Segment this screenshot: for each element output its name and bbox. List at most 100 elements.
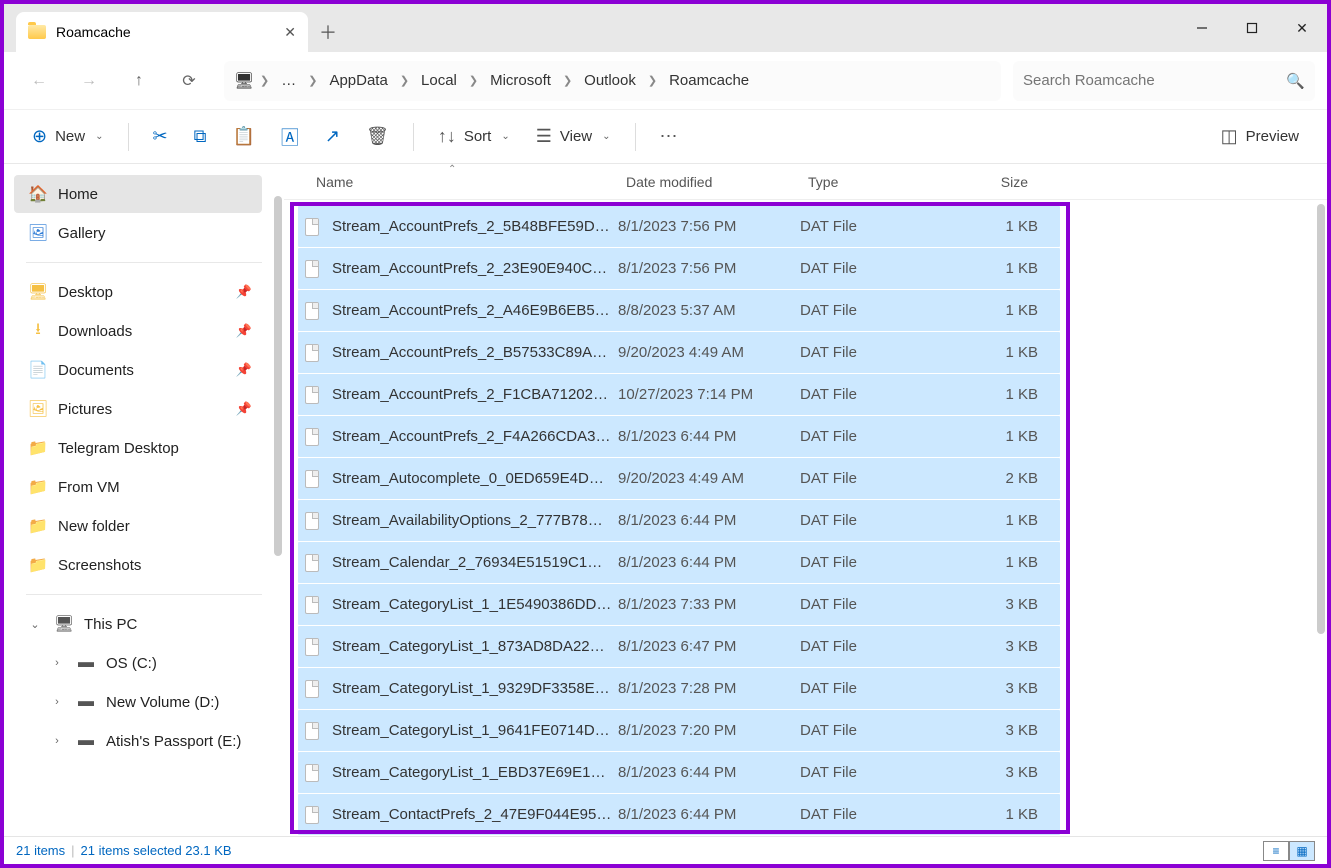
plus-circle-icon: ⊕ — [32, 126, 47, 147]
chevron-down-icon[interactable]: ⌄ — [28, 618, 42, 631]
search-input[interactable] — [1023, 72, 1286, 89]
rename-button[interactable]: 🄰 — [271, 119, 309, 155]
file-name: Stream_CategoryList_1_1E5490386DD152... — [332, 596, 618, 613]
table-row[interactable]: Stream_ContactPrefs_2_47E9F044E95CA0... … — [298, 794, 1060, 835]
table-row[interactable]: Stream_CategoryList_1_9641FE0714D609... … — [298, 710, 1060, 751]
details-view-toggle[interactable]: ≡ — [1263, 841, 1289, 861]
sidebar-item-documents[interactable]: 📄 Documents 📌 — [14, 351, 262, 389]
file-name: Stream_CategoryList_1_9329DF3358E801... — [332, 680, 618, 697]
sidebar-scrollbar[interactable] — [274, 196, 282, 556]
breadcrumb-seg[interactable]: Local — [415, 72, 463, 89]
sidebar-item-drive[interactable]: › ▬ Atish's Passport (E:) — [14, 722, 262, 760]
chevron-right-icon[interactable]: ❯ — [304, 74, 321, 87]
breadcrumb-seg[interactable]: Roamcache — [663, 72, 755, 89]
file-date: 10/27/2023 7:14 PM — [618, 386, 800, 403]
sidebar-item-new-folder[interactable]: 📁 New folder — [14, 507, 262, 545]
chevron-right-icon[interactable]: › — [50, 657, 64, 669]
sidebar-item-telegram-desktop[interactable]: 📁 Telegram Desktop — [14, 429, 262, 467]
sidebar-item-thispc[interactable]: ⌄ 🖥 This PC — [14, 605, 262, 643]
breadcrumb-seg[interactable]: AppData — [323, 72, 393, 89]
file-size: 1 KB — [946, 260, 1038, 277]
column-header-date[interactable]: Date modified — [618, 174, 800, 190]
chevron-right-icon[interactable]: ❯ — [256, 74, 273, 87]
table-row[interactable]: Stream_AccountPrefs_2_5B48BFE59D2DD... 8… — [298, 206, 1060, 247]
sidebar-item-home[interactable]: 🏠 Home — [14, 175, 262, 213]
sidebar-item-screenshots[interactable]: 📁 Screenshots — [14, 546, 262, 584]
minimize-button[interactable] — [1177, 4, 1227, 52]
table-row[interactable]: Stream_AccountPrefs_2_F4A266CDA355E... 8… — [298, 416, 1060, 457]
sidebar-item-from-vm[interactable]: 📁 From VM — [14, 468, 262, 506]
file-date: 8/1/2023 7:56 PM — [618, 218, 800, 235]
sidebar-item-gallery[interactable]: 🖼 Gallery — [14, 214, 262, 252]
address-bar[interactable]: 🖥 ❯ … ❯ AppData ❯ Local ❯ Microsoft ❯ Ou… — [224, 61, 1001, 101]
new-button[interactable]: ⊕ New ⌄ — [22, 119, 114, 155]
search-icon: 🔍 — [1286, 72, 1305, 90]
preview-button[interactable]: ◫ Preview — [1211, 119, 1309, 155]
chevron-right-icon[interactable]: › — [50, 735, 64, 747]
file-date: 9/20/2023 4:49 AM — [618, 470, 800, 487]
table-row[interactable]: Stream_AccountPrefs_2_B57533C89A728... 9… — [298, 332, 1060, 373]
sidebar-item-label: New folder — [58, 518, 130, 535]
file-date: 8/1/2023 7:33 PM — [618, 596, 800, 613]
chevron-right-icon[interactable]: ❯ — [396, 74, 413, 87]
table-row[interactable]: Stream_Calendar_2_76934E51519C1A4EA... 8… — [298, 542, 1060, 583]
chevron-right-icon[interactable]: ❯ — [465, 74, 482, 87]
more-button[interactable]: ⋯ — [650, 119, 688, 155]
table-row[interactable]: Stream_CategoryList_1_873AD8DA2220E... 8… — [298, 626, 1060, 667]
new-tab-button[interactable]: ＋ — [308, 12, 348, 52]
chevron-down-icon: ⌄ — [95, 131, 103, 142]
view-button[interactable]: ☰ View ⌄ — [526, 119, 621, 155]
breadcrumb-overflow[interactable]: … — [275, 72, 302, 89]
breadcrumb-seg[interactable]: Microsoft — [484, 72, 557, 89]
table-row[interactable]: Stream_CategoryList_1_EBD37E69E185B6... … — [298, 752, 1060, 793]
status-selected: 21 items selected 23.1 KB — [81, 843, 232, 858]
file-size: 1 KB — [946, 554, 1038, 571]
table-row[interactable]: Stream_AccountPrefs_2_A46E9B6EB5DB2... 8… — [298, 290, 1060, 331]
search-box[interactable]: 🔍 — [1013, 61, 1315, 101]
refresh-button[interactable]: ⟳ — [166, 61, 212, 101]
chevron-down-icon: ⌄ — [602, 131, 610, 142]
maximize-button[interactable] — [1227, 4, 1277, 52]
column-header-type[interactable]: Type — [800, 174, 946, 190]
forward-button[interactable]: → — [66, 61, 112, 101]
chevron-right-icon[interactable]: ❯ — [559, 74, 576, 87]
cut-icon: ✂ — [153, 126, 168, 147]
main-scrollbar[interactable] — [1317, 204, 1325, 634]
cut-button[interactable]: ✂ — [143, 119, 178, 155]
file-type: DAT File — [800, 596, 946, 613]
copy-button[interactable]: ⧉ — [184, 119, 217, 155]
table-row[interactable]: Stream_CategoryList_1_9329DF3358E801... … — [298, 668, 1060, 709]
table-row[interactable]: Stream_Autocomplete_0_0ED659E4DCE5... 9/… — [298, 458, 1060, 499]
delete-button[interactable]: 🗑 — [356, 119, 399, 155]
sidebar-item-label: Screenshots — [58, 557, 141, 574]
chevron-right-icon[interactable]: ❯ — [644, 74, 661, 87]
table-row[interactable]: Stream_AvailabilityOptions_2_777B78CE0..… — [298, 500, 1060, 541]
window-tab[interactable]: Roamcache ✕ — [16, 12, 308, 52]
column-header-name[interactable]: Name ⌃ — [308, 174, 618, 190]
column-header-size[interactable]: Size — [946, 174, 1046, 190]
paste-button[interactable]: 📋 — [222, 119, 264, 155]
file-name: Stream_CategoryList_1_9641FE0714D609... — [332, 722, 618, 739]
breadcrumb-seg[interactable]: Outlook — [578, 72, 642, 89]
close-tab-icon[interactable]: ✕ — [284, 24, 296, 41]
table-row[interactable]: Stream_AccountPrefs_2_23E90E940C61A... 8… — [298, 248, 1060, 289]
sidebar: 🏠 Home 🖼 Gallery 🖥 Desktop 📌⭳ Downloads … — [4, 164, 284, 836]
close-window-button[interactable]: ✕ — [1277, 4, 1327, 52]
sidebar-item-desktop[interactable]: 🖥 Desktop 📌 — [14, 273, 262, 311]
share-button[interactable]: ↗ — [315, 119, 350, 155]
up-button[interactable]: ↑ — [116, 61, 162, 101]
back-button[interactable]: ← — [16, 61, 62, 101]
chevron-right-icon[interactable]: › — [50, 696, 64, 708]
file-date: 8/1/2023 7:28 PM — [618, 680, 800, 697]
sort-button[interactable]: ↑↓ Sort ⌄ — [428, 119, 520, 155]
sidebar-item-pictures[interactable]: 🖼 Pictures 📌 — [14, 390, 262, 428]
sidebar-item-drive[interactable]: › ▬ New Volume (D:) — [14, 683, 262, 721]
file-size: 1 KB — [946, 218, 1038, 235]
large-icons-toggle[interactable]: ▦ — [1289, 841, 1315, 861]
sidebar-item-drive[interactable]: › ▬ OS (C:) — [14, 644, 262, 682]
table-row[interactable]: Stream_CategoryList_1_1E5490386DD152... … — [298, 584, 1060, 625]
table-row[interactable]: Stream_AccountPrefs_2_F1CBA71202957... 1… — [298, 374, 1060, 415]
sidebar-item-downloads[interactable]: ⭳ Downloads 📌 — [14, 312, 262, 350]
pictures-icon: 🖼 — [28, 399, 48, 419]
file-size: 3 KB — [946, 722, 1038, 739]
